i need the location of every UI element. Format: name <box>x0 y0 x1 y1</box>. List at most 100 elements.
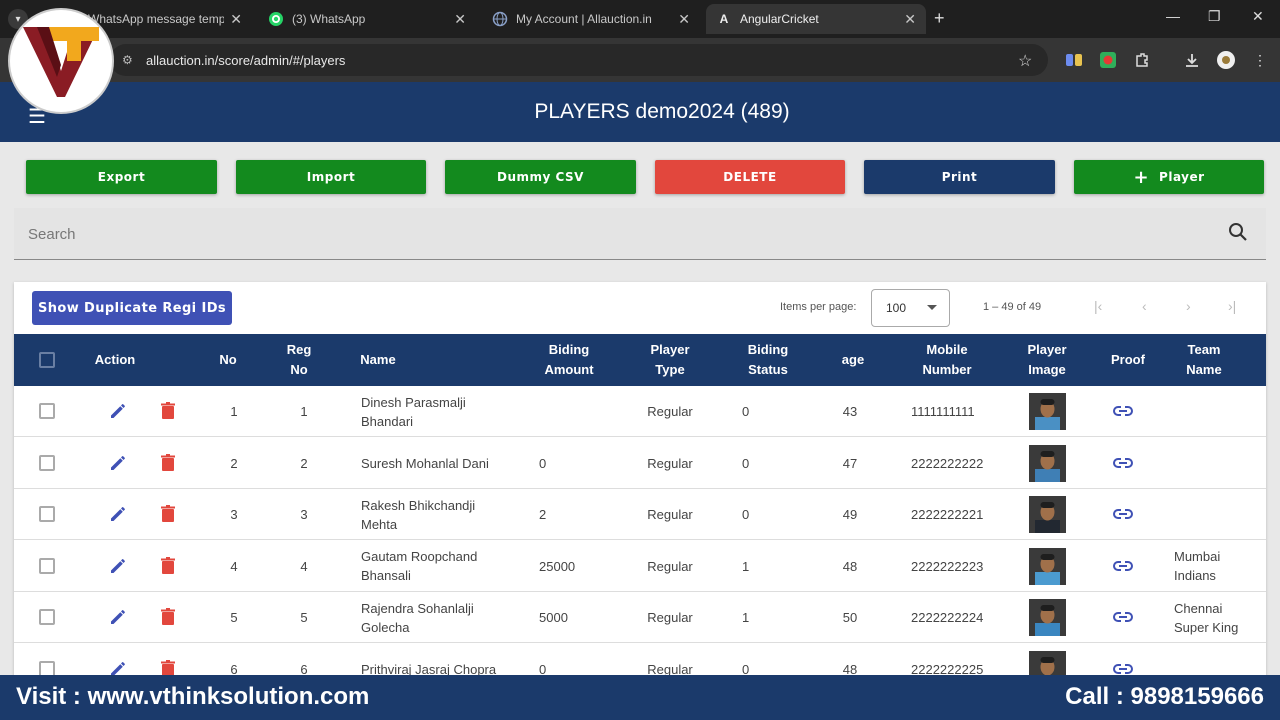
player-image[interactable] <box>1029 547 1066 585</box>
player-image[interactable] <box>1029 393 1066 430</box>
plus-icon: + <box>1133 166 1150 188</box>
team-line: Chennai <box>1174 600 1223 616</box>
col-reg-no: Reg No <box>274 334 324 386</box>
cell-no: 5 <box>230 610 238 625</box>
pagination-range: 1 – 49 of 49 <box>983 301 1042 313</box>
row-checkbox[interactable] <box>39 506 55 522</box>
col-age: age <box>841 352 865 367</box>
browser-menu-icon[interactable]: ⋮ <box>1250 50 1270 70</box>
profile-avatar[interactable] <box>1216 50 1236 70</box>
tab-title: My Account | Allauction.in <box>516 12 652 26</box>
col-label: No <box>290 362 308 377</box>
proof-link-icon[interactable] <box>1112 456 1134 473</box>
previous-page-icon[interactable]: ‹ <box>1142 298 1147 314</box>
cell-biding-amount: 5000 <box>539 610 568 625</box>
tab-angular-cricket[interactable]: A AngularCricket ✕ <box>706 4 926 34</box>
close-tab-icon[interactable]: ✕ <box>454 11 466 28</box>
site-settings-icon[interactable]: ⚙ <box>122 53 138 67</box>
search-icon[interactable] <box>1228 222 1248 247</box>
close-window-icon[interactable]: ✕ <box>1252 8 1264 25</box>
cell-biding-status: 0 <box>742 404 750 419</box>
proof-link-icon[interactable] <box>1112 507 1134 524</box>
edit-icon[interactable] <box>108 607 128 630</box>
bookmark-star-icon[interactable]: ☆ <box>1018 51 1032 71</box>
delete-icon[interactable] <box>159 504 177 527</box>
import-button[interactable]: Import <box>236 160 426 194</box>
player-image[interactable] <box>1029 496 1066 533</box>
close-tab-icon[interactable]: ✕ <box>230 11 242 28</box>
dropdown-caret-icon <box>927 305 937 310</box>
first-page-icon[interactable]: |‹ <box>1094 298 1102 314</box>
delete-button[interactable]: DELETE <box>655 160 845 194</box>
delete-icon[interactable] <box>159 453 177 476</box>
download-icon[interactable] <box>1182 50 1202 70</box>
table-row: 3 3 Rakesh Bhikchandji Mehta 2 Regular 0 49 2222… <box>14 489 1266 540</box>
col-label: Biding <box>747 342 789 357</box>
cell-team-name <box>1174 386 1264 437</box>
cell-player-type: Regular <box>647 455 693 471</box>
cell-biding-amount: 25000 <box>539 558 576 574</box>
print-button[interactable]: Print <box>864 160 1055 194</box>
col-no: No <box>219 352 237 367</box>
cell-mobile: 2222222224 <box>911 610 984 625</box>
cell-reg-no: 1 <box>300 404 308 419</box>
name-line: Golecha <box>361 619 410 635</box>
url-field[interactable]: ⚙ allauction.in/score/admin/#/players <box>110 44 1048 76</box>
close-tab-icon[interactable]: ✕ <box>678 11 690 28</box>
row-checkbox[interactable] <box>39 454 55 471</box>
proof-link-icon[interactable] <box>1112 559 1134 576</box>
cell-age: 47 <box>842 455 858 471</box>
proof-link-icon[interactable] <box>1112 610 1134 627</box>
col-label: Team <box>1187 342 1221 357</box>
player-image[interactable] <box>1029 599 1066 636</box>
col-label: Player <box>1027 342 1067 357</box>
table-header: Action No Reg No Name Biding Amount Player… <box>14 334 1266 386</box>
tab-whatsapp-template[interactable]: WhatsApp message templ ✕ <box>78 4 252 34</box>
close-tab-icon[interactable]: ✕ <box>904 11 916 28</box>
show-duplicate-ids-button[interactable]: Show Duplicate Regi IDs <box>32 291 232 325</box>
search-input[interactable]: Search <box>14 208 1266 260</box>
restore-icon[interactable]: ❐ <box>1208 8 1221 25</box>
edit-icon[interactable] <box>108 401 128 424</box>
edit-icon[interactable] <box>108 504 128 527</box>
cell-age: 50 <box>842 610 858 625</box>
tab-whatsapp[interactable]: (3) WhatsApp ✕ <box>258 4 476 34</box>
add-player-button[interactable]: + Player <box>1074 160 1264 194</box>
delete-icon[interactable] <box>159 556 177 579</box>
angular-icon: A <box>719 12 729 26</box>
url-text: allauction.in/score/admin/#/players <box>146 52 346 68</box>
extensions-puzzle-icon[interactable] <box>1132 50 1152 70</box>
name-line: Bhansali <box>361 568 411 583</box>
row-checkbox[interactable] <box>39 609 55 625</box>
extension-people-icon[interactable] <box>1064 50 1084 70</box>
row-checkbox[interactable] <box>39 403 55 419</box>
delete-icon[interactable] <box>159 607 177 630</box>
proof-link-icon[interactable] <box>1112 404 1134 421</box>
next-page-icon[interactable]: › <box>1186 298 1191 314</box>
export-button[interactable]: Export <box>26 160 217 194</box>
edit-icon[interactable] <box>108 453 128 476</box>
player-image[interactable] <box>1029 444 1066 482</box>
tab-title: AngularCricket <box>740 12 819 26</box>
whatsapp-icon <box>268 11 284 27</box>
delete-icon[interactable] <box>159 401 177 424</box>
select-all-checkbox[interactable] <box>39 352 55 368</box>
extension-record-icon[interactable] <box>1098 50 1118 70</box>
cell-biding-status: 1 <box>742 558 750 574</box>
items-per-page-select[interactable]: 100 <box>871 289 950 327</box>
cell-player-type: Regular <box>647 610 693 625</box>
cell-name: Dinesh Parasmalji Bhandari <box>361 386 533 437</box>
call-number-text: Call : 9898159666 <box>1065 683 1264 710</box>
team-line: Mumbai <box>1174 549 1221 564</box>
dummy-csv-button[interactable]: Dummy CSV <box>445 160 636 194</box>
last-page-icon[interactable]: ›| <box>1228 298 1236 314</box>
new-tab-button[interactable]: + <box>934 8 945 29</box>
tab-title: (3) WhatsApp <box>292 12 366 26</box>
tab-my-account[interactable]: My Account | Allauction.in ✕ <box>482 4 700 34</box>
col-biding-amount: Biding Amount <box>534 334 604 386</box>
name-line: Rajendra Sohanlalji <box>361 600 474 616</box>
row-checkbox[interactable] <box>39 557 55 574</box>
edit-icon[interactable] <box>108 556 128 579</box>
minimize-icon[interactable]: — <box>1166 8 1180 24</box>
cell-name: Gautam Roopchand Bhansali <box>361 541 533 592</box>
